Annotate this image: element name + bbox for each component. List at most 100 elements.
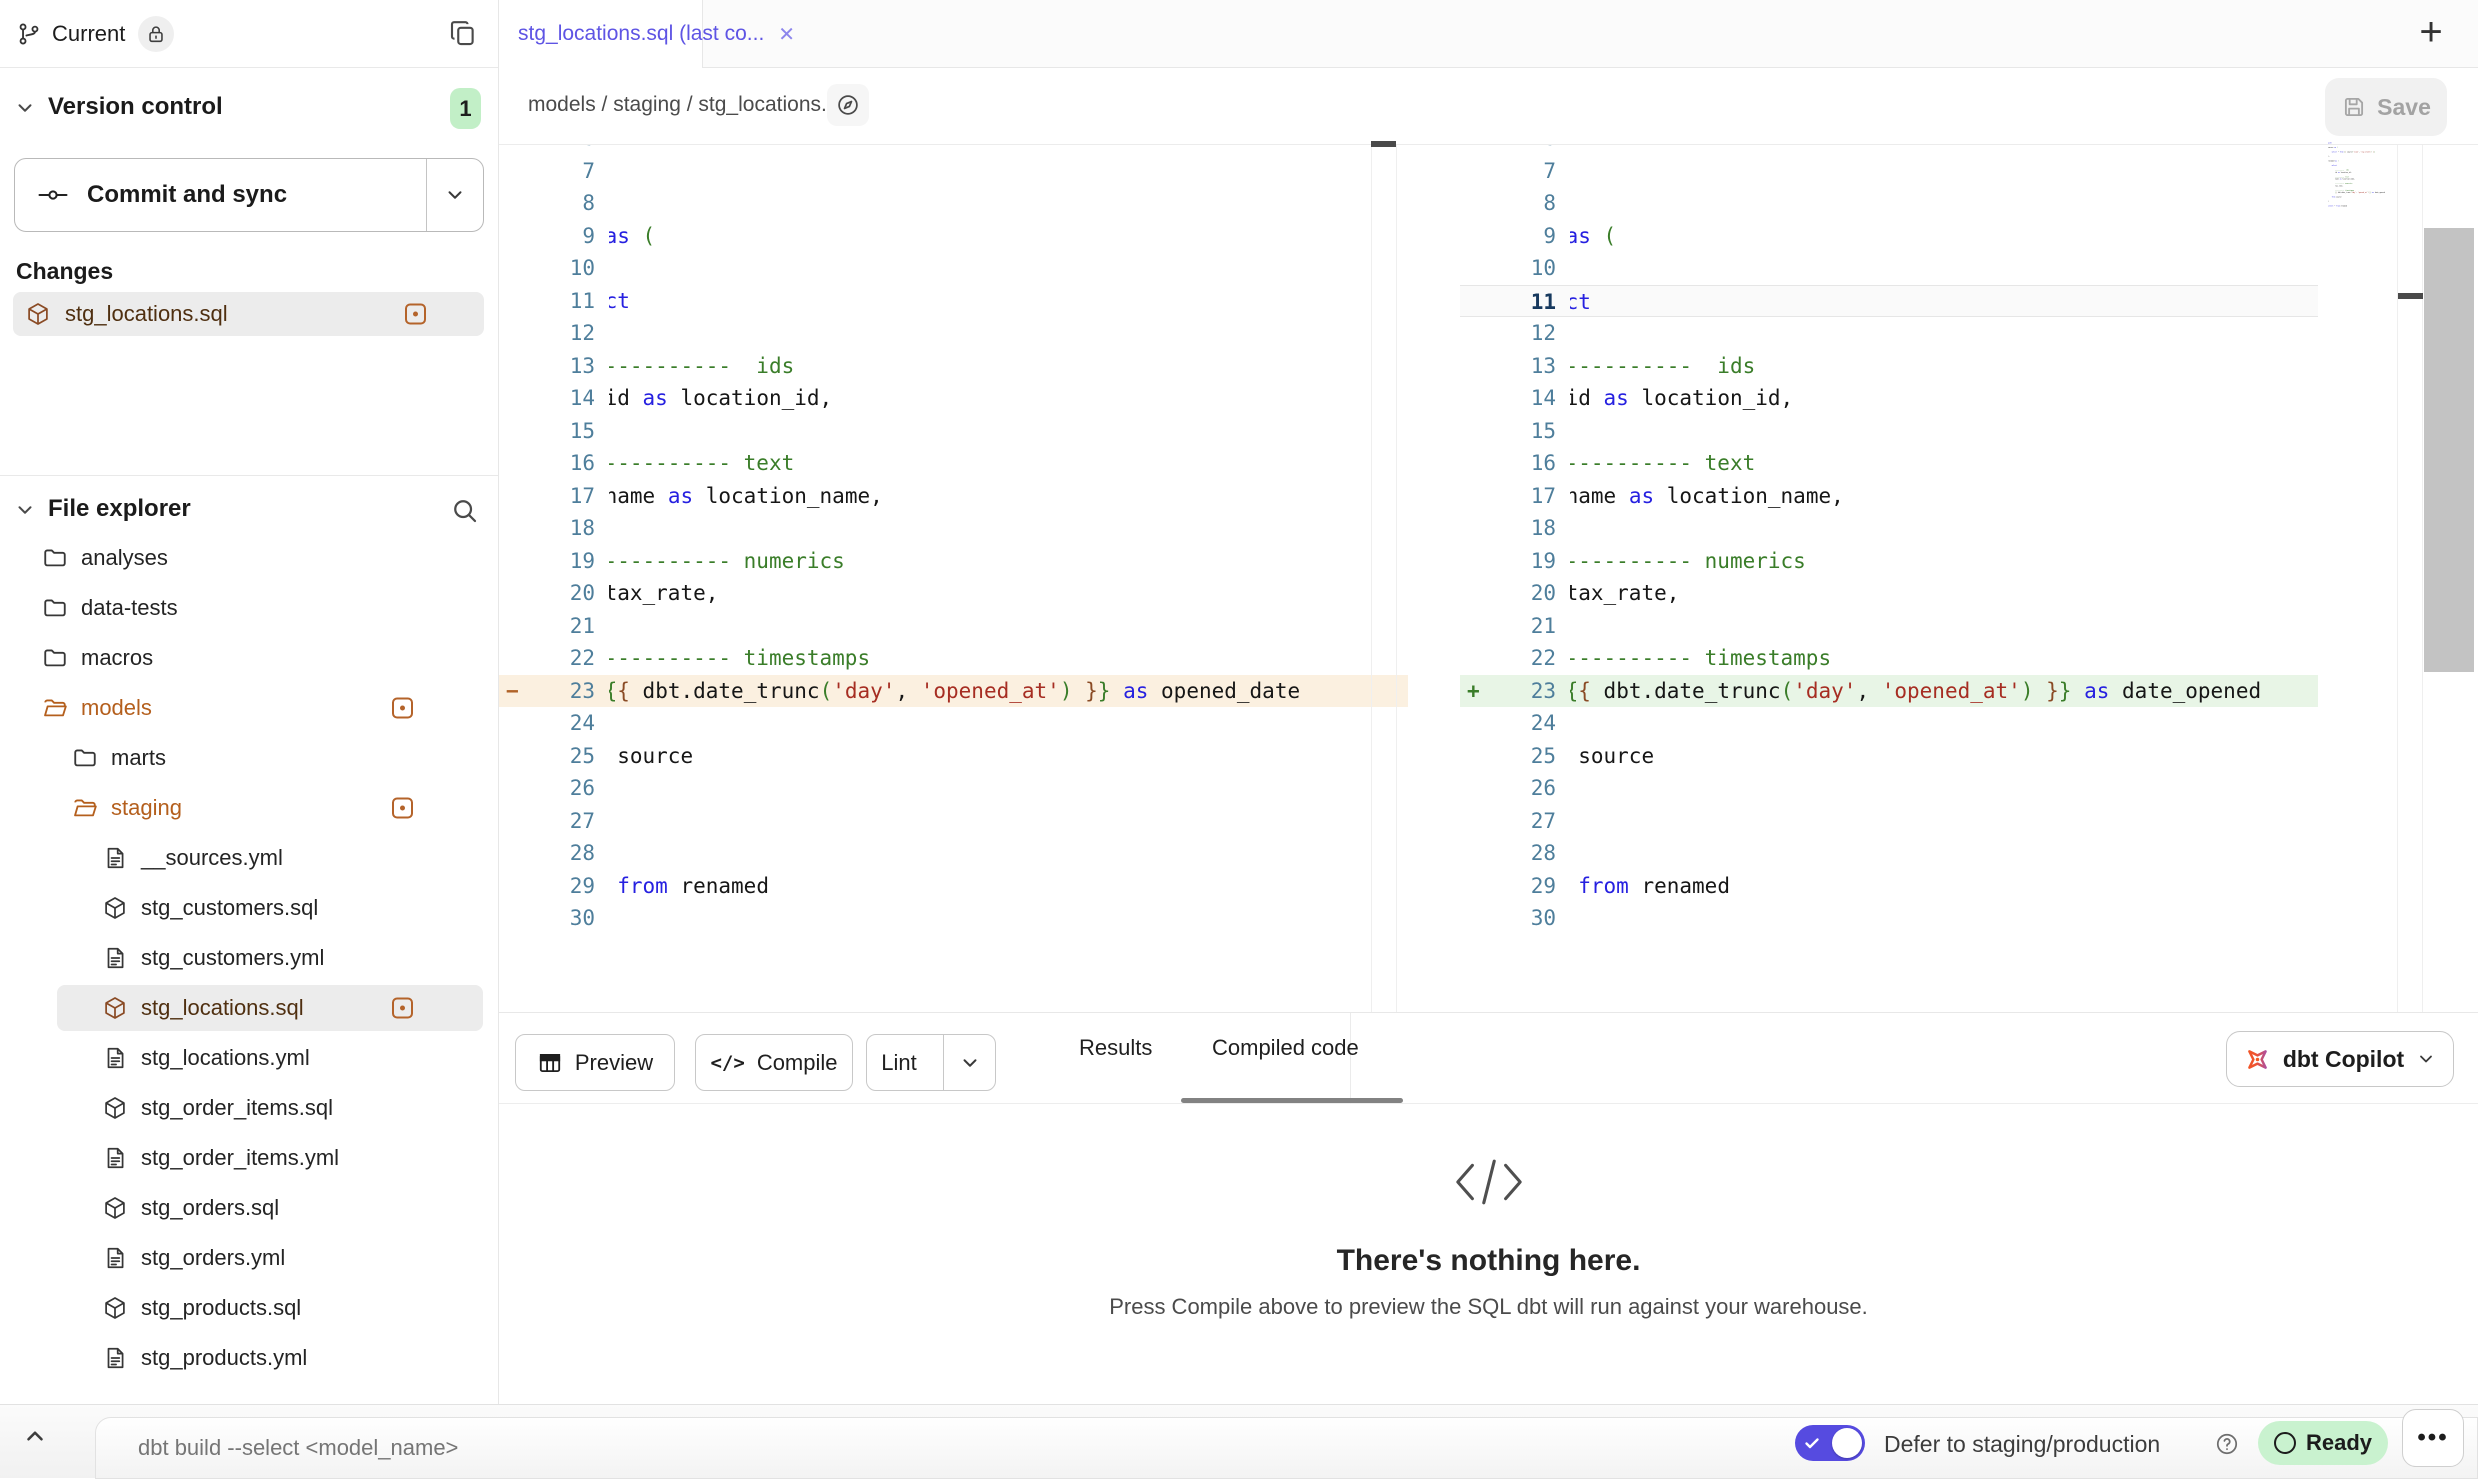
tree-item-stg_order_items.sql[interactable]: stg_order_items.sql	[0, 1083, 499, 1133]
tree-item-data-tests[interactable]: data-tests	[0, 583, 499, 633]
tree-item-stg_locations.yml[interactable]: stg_locations.yml	[0, 1033, 499, 1083]
code-line[interactable]: −23 {{ dbt.date_trunc('day', 'opened_at'…	[499, 675, 1408, 708]
file-explorer-title[interactable]: File explorer	[48, 495, 191, 523]
tab-results[interactable]: Results	[1079, 1035, 1152, 1061]
code-line[interactable]: 26	[1408, 772, 2478, 805]
code-line[interactable]: 29select * from renamed	[499, 870, 1408, 903]
commit-options-dropdown[interactable]	[426, 159, 483, 231]
code-line[interactable]: 12	[499, 317, 1408, 350]
status-badge[interactable]: Ready	[2258, 1421, 2388, 1465]
code-line[interactable]: 30	[1408, 902, 2478, 935]
changed-file-stg_locations.sql[interactable]: stg_locations.sql	[13, 292, 484, 336]
tab-compiled-code[interactable]: Compiled code	[1212, 1035, 1359, 1061]
tree-item-stg_products.sql[interactable]: stg_products.sql	[0, 1283, 499, 1333]
tree-item-stg_orders.yml[interactable]: stg_orders.yml	[0, 1233, 499, 1283]
dbt-copilot-button[interactable]: dbt Copilot	[2226, 1031, 2454, 1087]
tree-item-staging[interactable]: staging	[0, 783, 499, 833]
code-line[interactable]: 16 ---------- text	[1408, 447, 2478, 480]
diff-editor-left[interactable]: 67),89renamed as (1011 select1213 ------…	[499, 145, 1408, 1012]
code-line[interactable]: +23 {{ dbt.date_trunc('day', 'opened_at'…	[1408, 675, 2478, 708]
code-line[interactable]: 19 ---------- numerics	[499, 545, 1408, 578]
tree-item-stg_products.yml[interactable]: stg_products.yml	[0, 1333, 499, 1383]
code-line[interactable]: 27)	[1408, 805, 2478, 838]
compile-button[interactable]: </> Compile	[695, 1034, 853, 1091]
chevron-up-icon[interactable]	[22, 1423, 48, 1449]
code-line[interactable]: 22 ---------- timestamps	[1408, 642, 2478, 675]
code-line[interactable]: 20 tax_rate,	[1408, 577, 2478, 610]
tree-item-stg_locations.sql[interactable]: stg_locations.sql	[0, 983, 499, 1033]
copilot-compass-icon[interactable]	[827, 84, 869, 126]
code-line[interactable]: 11 select	[499, 285, 1408, 318]
code-line[interactable]: 15	[499, 415, 1408, 448]
defer-label: Defer to staging/production	[1884, 1431, 2160, 1458]
code-line[interactable]: 29select * from renamed	[1408, 870, 2478, 903]
minimap[interactable]: withsource as ( select * from {{ source(…	[2328, 142, 2396, 216]
code-line[interactable]: 30	[499, 902, 1408, 935]
code-line[interactable]: 26	[499, 772, 1408, 805]
code-line[interactable]: 8	[1408, 187, 2478, 220]
diff-editor-right[interactable]: 67),89renamed as (1011 select1213 ------…	[1408, 145, 2478, 1012]
code-line[interactable]: 22 ---------- timestamps	[499, 642, 1408, 675]
breadcrumb[interactable]: models / staging / stg_locations.sql	[528, 93, 854, 117]
code-line[interactable]: 7),	[499, 155, 1408, 188]
code-line[interactable]: 10	[1408, 252, 2478, 285]
code-line[interactable]: 17 name as location_name,	[499, 480, 1408, 513]
chevron-down-icon[interactable]	[14, 499, 36, 521]
close-icon[interactable]: ✕	[778, 22, 795, 47]
code-line[interactable]: 11 select	[1408, 285, 2478, 318]
preview-button[interactable]: Preview	[515, 1034, 675, 1091]
help-icon[interactable]	[2214, 1431, 2240, 1457]
lint-button[interactable]: Lint	[866, 1034, 996, 1091]
code-line[interactable]: 7),	[1408, 155, 2478, 188]
lint-dropdown[interactable]	[943, 1035, 995, 1090]
code-line[interactable]: 24	[499, 707, 1408, 740]
chevron-down-icon[interactable]	[14, 97, 36, 119]
tree-item-analyses[interactable]: analyses	[0, 533, 499, 583]
code-line[interactable]: 20 tax_rate,	[499, 577, 1408, 610]
code-line[interactable]: 13 ---------- ids	[499, 350, 1408, 383]
code-line[interactable]: 21	[499, 610, 1408, 643]
tree-item-macros[interactable]: macros	[0, 633, 499, 683]
code-line[interactable]: 18	[1408, 512, 2478, 545]
code-line[interactable]: 28	[1408, 837, 2478, 870]
tree-item-marts[interactable]: marts	[0, 733, 499, 783]
code-line[interactable]: 6	[499, 145, 1408, 155]
defer-toggle[interactable]	[1795, 1425, 1865, 1461]
tree-item-stg_order_items.yml[interactable]: stg_order_items.yml	[0, 1133, 499, 1183]
tree-item-__sources.yml[interactable]: __sources.yml	[0, 833, 499, 883]
code-line[interactable]: 8	[499, 187, 1408, 220]
vertical-scrollbar[interactable]	[2424, 228, 2474, 672]
tree-item-stg_customers.sql[interactable]: stg_customers.sql	[0, 883, 499, 933]
code-line[interactable]: 25 from source	[1408, 740, 2478, 773]
code-line[interactable]: 21	[1408, 610, 2478, 643]
code-line[interactable]: 28	[499, 837, 1408, 870]
tab-stg-locations[interactable]: stg_locations.sql (last co... ✕	[499, 0, 703, 68]
more-options-button[interactable]: •••	[2402, 1409, 2464, 1467]
version-control-title[interactable]: Version control	[48, 93, 223, 121]
code-line[interactable]: 19 ---------- numerics	[1408, 545, 2478, 578]
new-tab-button[interactable]: +	[2407, 8, 2455, 56]
code-line[interactable]: 18	[499, 512, 1408, 545]
branch-name[interactable]: Current	[52, 21, 125, 47]
tree-item-models[interactable]: models	[0, 683, 499, 733]
tree-item-stg_orders.sql[interactable]: stg_orders.sql	[0, 1183, 499, 1233]
code-line[interactable]: 27)	[499, 805, 1408, 838]
tree-item-stg_customers.yml[interactable]: stg_customers.yml	[0, 933, 499, 983]
code-line[interactable]: 24	[1408, 707, 2478, 740]
code-line[interactable]: 9renamed as (	[1408, 220, 2478, 253]
code-line[interactable]: 15	[1408, 415, 2478, 448]
code-line[interactable]: 10	[499, 252, 1408, 285]
code-line[interactable]: 12	[1408, 317, 2478, 350]
commit-and-sync-button[interactable]: Commit and sync	[14, 158, 484, 232]
code-line[interactable]: 14 id as location_id,	[1408, 382, 2478, 415]
save-button[interactable]: Save	[2325, 78, 2447, 136]
code-line[interactable]: 25 from source	[499, 740, 1408, 773]
code-line[interactable]: 14 id as location_id,	[499, 382, 1408, 415]
code-line[interactable]: 13 ---------- ids	[1408, 350, 2478, 383]
search-icon[interactable]	[450, 496, 480, 526]
code-line[interactable]: 17 name as location_name,	[1408, 480, 2478, 513]
code-line[interactable]: 16 ---------- text	[499, 447, 1408, 480]
copy-icon[interactable]	[448, 18, 480, 50]
code-line[interactable]: 6	[1408, 145, 2478, 155]
code-line[interactable]: 9renamed as (	[499, 220, 1408, 253]
